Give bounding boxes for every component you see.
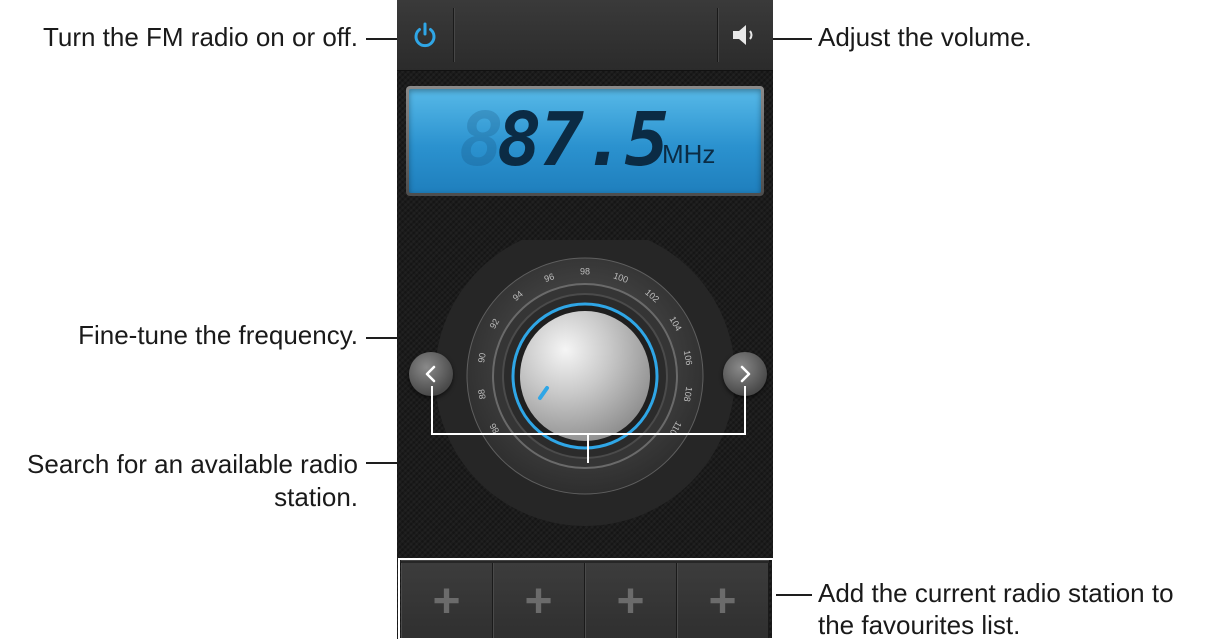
- add-favourite-button[interactable]: +: [401, 563, 493, 639]
- fm-radio-screen: 8 87.5 MHz 86 88 90 92 94 96 98 100 102 …: [397, 0, 773, 639]
- callout-search-2: station.: [274, 482, 358, 512]
- plus-icon: +: [616, 574, 645, 628]
- callout-favourite-line: [776, 594, 812, 596]
- tuning-dial[interactable]: 868890929496 98 100102104106108110: [397, 240, 773, 530]
- volume-button[interactable]: [717, 0, 773, 70]
- plus-icon: +: [524, 574, 553, 628]
- callout-power: Turn the FM radio on or off.: [42, 22, 358, 52]
- chevron-left-icon: [425, 365, 436, 383]
- add-favourite-button[interactable]: +: [493, 563, 585, 639]
- favourites-bar: + + + +: [401, 560, 769, 639]
- top-bar: [397, 0, 773, 71]
- power-button[interactable]: [397, 0, 453, 70]
- dial-tick-label: 98: [580, 266, 590, 276]
- frequency-ghost-digit: 8: [459, 97, 504, 183]
- frequency-unit: MHz: [662, 139, 716, 169]
- frequency-display: 8 87.5 MHz: [406, 86, 764, 196]
- chevron-right-icon: [740, 365, 751, 383]
- lcd-panel: 8 87.5 MHz: [409, 89, 761, 193]
- search-next-button[interactable]: [723, 352, 767, 396]
- plus-icon: +: [432, 574, 461, 628]
- volume-icon: [733, 25, 753, 45]
- callout-volume: Adjust the volume.: [818, 22, 1032, 52]
- top-bar-divider: [453, 8, 454, 62]
- tuning-dial-area: 86 88 90 92 94 96 98 100 102 104 106 108 110: [397, 240, 773, 530]
- dial-tick-label: 90: [476, 352, 488, 364]
- dial-tick-label: 88: [476, 388, 488, 400]
- callout-favourite-2: the favourites list.: [818, 610, 1021, 640]
- add-favourite-button[interactable]: +: [585, 563, 677, 639]
- frequency-value: 87.5: [497, 97, 669, 183]
- callout-favourite-1: Add the current radio station to: [818, 578, 1174, 608]
- callout-fine-tune: Fine-tune the frequency.: [78, 320, 358, 350]
- callout-search-1: Search for an available radio: [27, 449, 358, 479]
- search-previous-button[interactable]: [409, 352, 453, 396]
- power-icon: [414, 22, 436, 48]
- callout-volume-line: [770, 38, 812, 40]
- plus-icon: +: [708, 574, 737, 628]
- add-favourite-button[interactable]: +: [677, 563, 769, 639]
